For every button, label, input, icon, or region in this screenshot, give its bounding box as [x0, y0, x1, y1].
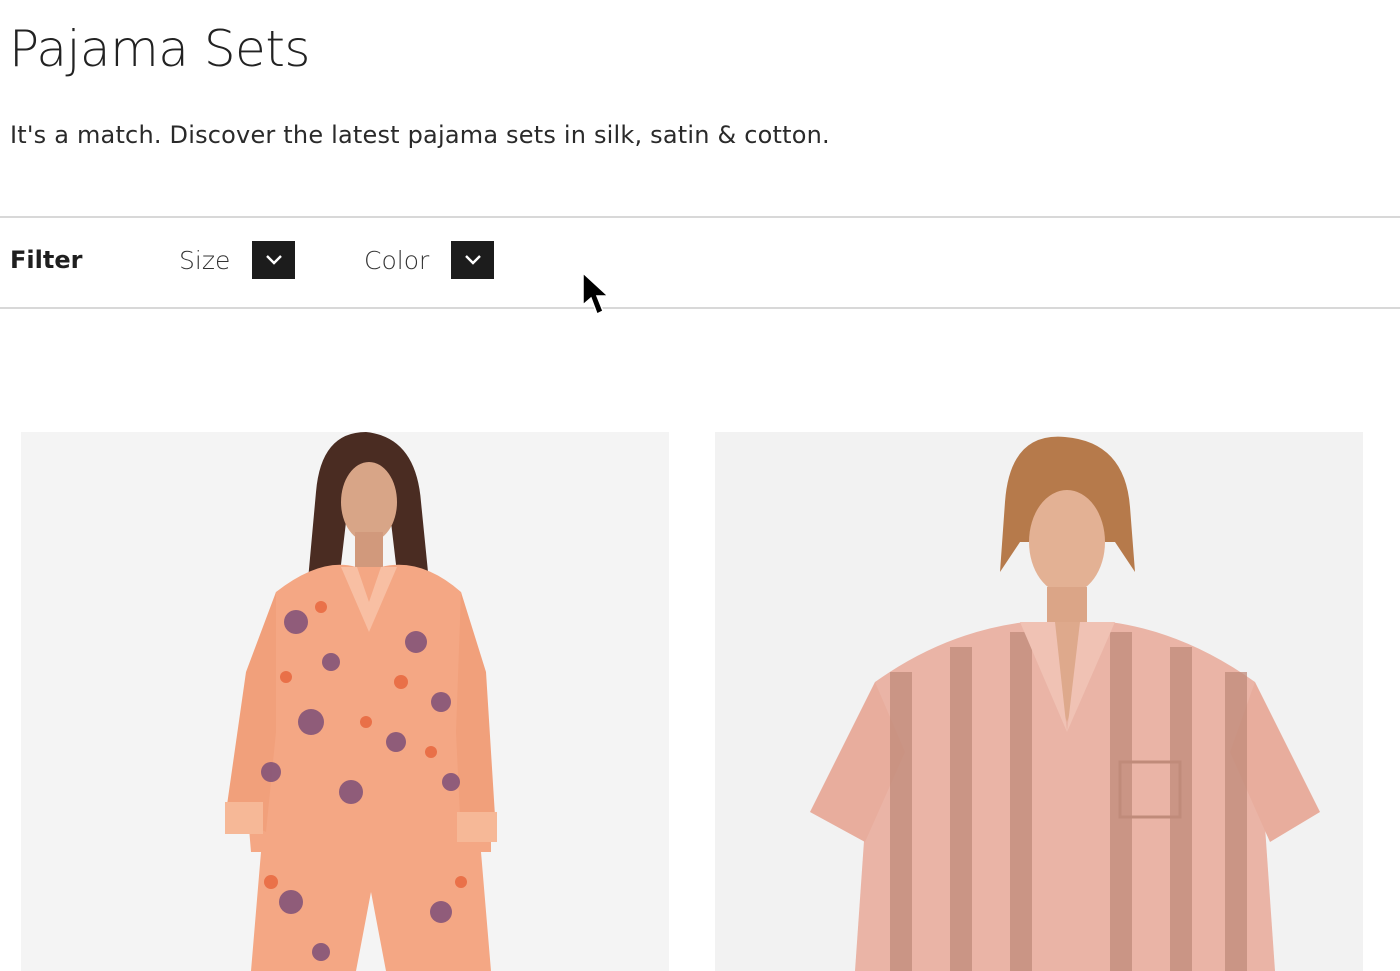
size-dropdown-button[interactable]: [252, 241, 296, 279]
size-filter-dropdown[interactable]: Size: [179, 240, 296, 280]
color-filter-dropdown[interactable]: Color: [364, 240, 495, 280]
product-image-striped-pajama: [715, 432, 1363, 971]
filter-heading: Filter: [10, 246, 83, 274]
chevron-down-icon: [464, 255, 481, 265]
chevron-down-icon: [265, 255, 282, 265]
color-dropdown-button[interactable]: [451, 241, 495, 279]
product-card-2[interactable]: [715, 432, 1363, 971]
page-subtitle: It's a match. Discover the latest pajama…: [10, 121, 830, 149]
color-filter-label: Color: [364, 245, 430, 275]
product-listing-page: Pajama Sets It's a match. Discover the l…: [0, 0, 1400, 971]
product-card-1[interactable]: [21, 432, 669, 971]
page-title: Pajama Sets: [9, 20, 310, 78]
product-image-floral-pajama: [21, 432, 669, 971]
size-filter-label: Size: [179, 245, 231, 275]
filter-bar: Filter Size Color: [0, 216, 1400, 309]
